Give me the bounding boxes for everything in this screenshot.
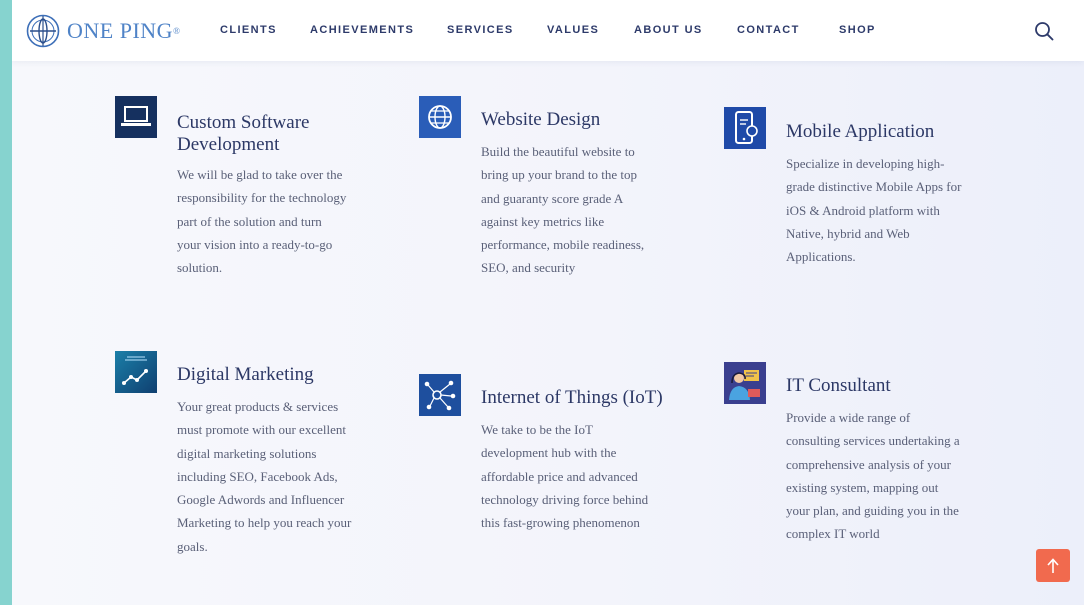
service-description: Provide a wide range of consulting servi… (786, 410, 960, 542)
consultant-icon (724, 362, 766, 404)
service-description: Build the beautiful website to bring up … (481, 144, 645, 276)
nav-services[interactable]: SERVICES (447, 24, 514, 36)
service-title: Internet of Things (IoT) (481, 387, 663, 408)
service-mobile-application: Mobile Application Specialize in develop… (724, 107, 1024, 307)
service-digital-marketing: Digital Marketing Your great products & … (115, 351, 415, 571)
mobile-phone-icon (724, 107, 766, 149)
service-description: Your great products & services must prom… (177, 399, 352, 554)
service-iot: Internet of Things (IoT) We take to be t… (419, 374, 719, 574)
arrow-up-icon (1047, 557, 1059, 573)
service-website-design: Website Design Build the beautiful websi… (419, 96, 719, 296)
service-description: We will be glad to take over the respons… (177, 167, 347, 276)
service-custom-software: Custom Software Development We will be g… (115, 96, 415, 296)
page-frame: ONE PING ® CLIENTS ACHIEVEMENTS SERVICES… (12, 0, 1084, 605)
nav-clients[interactable]: CLIENTS (220, 24, 277, 36)
top-navbar: ONE PING ® CLIENTS ACHIEVEMENTS SERVICES… (12, 0, 1084, 61)
service-description: Specialize in developing high- grade dis… (786, 156, 962, 265)
service-it-consultant: IT Consultant Provide a wide range of co… (724, 362, 1024, 562)
service-description: We take to be the IoT development hub wi… (481, 422, 649, 531)
analytics-chart-icon (115, 351, 157, 393)
nav-about-us[interactable]: ABOUT US (634, 24, 703, 36)
nav-contact[interactable]: CONTACT (737, 24, 800, 36)
nav-shop[interactable]: SHOP (839, 24, 876, 36)
search-icon[interactable] (1033, 20, 1055, 42)
globe-icon (419, 96, 461, 138)
back-to-top-button[interactable] (1036, 549, 1070, 582)
service-title: IT Consultant (786, 375, 891, 396)
service-title: Mobile Application (786, 121, 935, 142)
brand-name: ONE PING (67, 18, 174, 43)
logo-emblem-icon (26, 14, 60, 48)
nav-achievements[interactable]: ACHIEVEMENTS (310, 24, 414, 36)
laptop-icon (115, 96, 157, 138)
service-title: Website Design (481, 109, 601, 130)
brand-logo[interactable]: ONE PING ® (26, 14, 180, 48)
nav-values[interactable]: VALUES (547, 24, 599, 36)
service-title: Digital Marketing (177, 364, 314, 385)
network-nodes-icon (419, 374, 461, 416)
service-title: Custom Software Development (177, 112, 310, 155)
brand-registered-mark: ® (173, 26, 180, 36)
